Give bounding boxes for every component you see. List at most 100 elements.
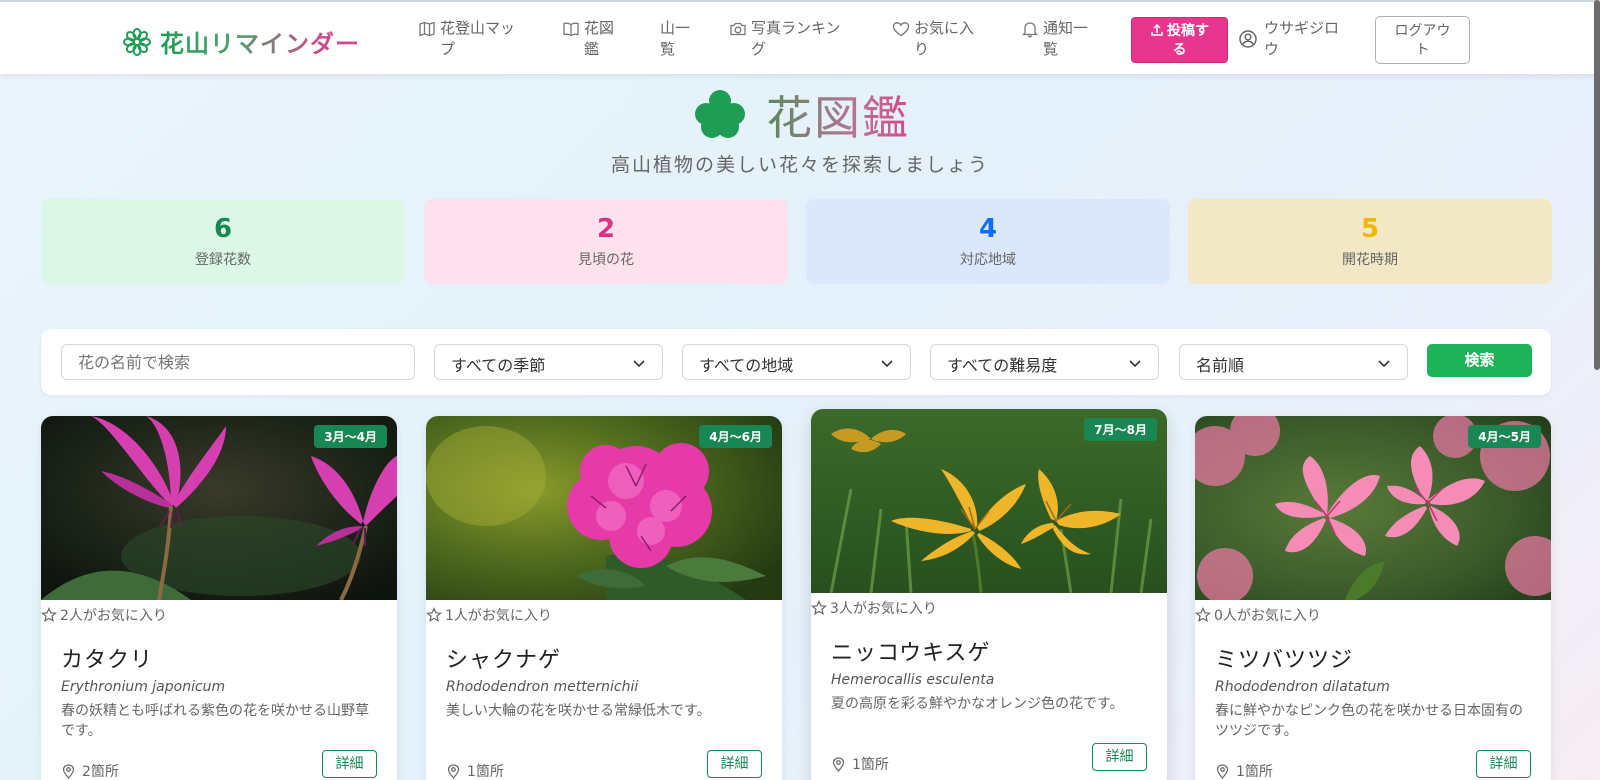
heart-icon xyxy=(892,22,910,37)
detail-button[interactable]: 詳細 xyxy=(1092,743,1147,771)
location-count: 2箇所 xyxy=(61,761,119,780)
map-pin-icon xyxy=(447,763,460,779)
flower-name: シャクナゲ xyxy=(446,648,562,673)
nav-label: 通知一 覧 xyxy=(1043,19,1089,58)
sort-select[interactable]: 名前順 xyxy=(1179,344,1408,380)
logout-button-label: ログアウ ト xyxy=(1394,23,1451,58)
map-pin-icon xyxy=(1216,763,1229,779)
favorite-count[interactable]: 1人がお気に入り xyxy=(426,605,552,625)
flower-description: 春の妖精とも呼ばれる紫色の花を咲かせる山野草です。 xyxy=(61,703,369,739)
flower-description: 夏の高原を彩る鮮やかなオレンジ色の花です。 xyxy=(831,696,1124,712)
stat-label: 開花時期 xyxy=(1342,252,1398,268)
scrollbar-thumb[interactable] xyxy=(1594,0,1600,370)
camera-icon xyxy=(730,22,746,36)
detail-button[interactable]: 詳細 xyxy=(322,750,377,778)
map-icon xyxy=(419,21,435,37)
chevron-down-icon xyxy=(1378,360,1390,368)
sort-select-value: 名前順 xyxy=(1196,356,1245,375)
flower-description: 春に鮮やかなピンク色の花を咲かせる日本固有のツツジです。 xyxy=(1215,703,1523,739)
flower-card[interactable]: 4月〜5月 0人がお気に入り ミツバツツジ Rhododendron dilat… xyxy=(1195,416,1551,780)
scientific-name: Erythronium japonicum xyxy=(61,679,226,695)
region-select-value: すべての地域 xyxy=(699,356,794,375)
flower-icon xyxy=(123,27,151,56)
flower-card[interactable]: 3月〜4月 2人がお気に入り カタクリ Erythronium japonicu… xyxy=(41,416,397,780)
stat-value: 6 xyxy=(213,214,233,244)
post-button[interactable]: 投稿す る xyxy=(1131,17,1228,63)
star-icon xyxy=(426,607,442,623)
brand-title: 花山リマインダー xyxy=(160,24,360,59)
user-circle-icon xyxy=(1239,30,1257,48)
region-select[interactable]: すべての地域 xyxy=(682,344,911,380)
favorite-count-text: 3人がお気に入り xyxy=(830,601,937,617)
bloom-season-badge: 7月〜8月 xyxy=(1084,418,1157,441)
star-icon xyxy=(41,607,57,623)
location-count-text: 1箇所 xyxy=(467,764,504,780)
user-name: ウサギジロ ウ xyxy=(1264,19,1340,58)
book-icon xyxy=(563,22,579,37)
season-select-value: すべての季節 xyxy=(451,356,546,375)
flower-card[interactable]: 4月〜6月 1人がお気に入り シャクナゲ Rhododendron metter… xyxy=(426,416,782,780)
flower-photo[interactable]: 4月〜5月 xyxy=(1195,416,1551,600)
stat-value: 5 xyxy=(1360,214,1380,244)
detail-button[interactable]: 詳細 xyxy=(1476,750,1531,778)
location-count: 1箇所 xyxy=(831,754,889,774)
nav-label: お気に入 り xyxy=(914,19,975,58)
bell-icon xyxy=(1021,22,1039,38)
page-title: 花図鑑 xyxy=(0,82,1600,148)
flower-photo[interactable]: 7月〜8月 xyxy=(811,409,1167,593)
page-title-text: 花図鑑 xyxy=(766,82,910,148)
favorite-count[interactable]: 0人がお気に入り xyxy=(1195,605,1321,625)
scientific-name: Rhododendron metternichii xyxy=(446,679,639,695)
flower-search-input[interactable] xyxy=(61,344,415,380)
nav-flower-map[interactable]: 花登山マッ プ xyxy=(418,18,515,60)
nav-photo-ranking[interactable]: 写真ランキン グ xyxy=(729,18,841,60)
flower-name: ミツバツツジ xyxy=(1215,648,1354,673)
bloom-season-badge: 3月〜4月 xyxy=(314,425,387,448)
stat-label: 対応地域 xyxy=(960,252,1016,268)
favorite-count-text: 0人がお気に入り xyxy=(1214,608,1321,624)
map-pin-icon xyxy=(62,763,75,779)
star-icon xyxy=(1195,607,1211,623)
favorite-count[interactable]: 2人がお気に入り xyxy=(41,605,167,625)
stat-regions: 4 対応地域 xyxy=(806,199,1170,284)
flower-photo[interactable]: 4月〜6月 xyxy=(426,416,782,600)
stat-value: 4 xyxy=(978,214,998,244)
nav-label: 山一 覧 xyxy=(660,19,691,58)
nav-mountain-list[interactable]: 山一 覧 xyxy=(660,18,690,60)
nav-label: 花図 鑑 xyxy=(584,19,615,58)
brand-link[interactable]: 花山リマインダー xyxy=(122,24,360,59)
stat-in-bloom: 2 見頃の花 xyxy=(424,199,788,284)
filter-bar: すべての季節 すべての地域 すべての難易度 名前順 検索 xyxy=(41,329,1551,395)
detail-button[interactable]: 詳細 xyxy=(707,750,762,778)
flower-name: カタクリ xyxy=(61,648,154,673)
chevron-down-icon xyxy=(633,360,645,368)
flower-description: 美しい大輪の花を咲かせる常緑低木です。 xyxy=(446,703,711,719)
location-count-text: 2箇所 xyxy=(82,764,119,780)
nav-flower-encyclopedia[interactable]: 花図 鑑 xyxy=(562,18,614,60)
stat-value: 2 xyxy=(596,214,616,244)
search-button[interactable]: 検索 xyxy=(1427,344,1532,377)
clover-icon xyxy=(695,90,745,138)
difficulty-select-value: すべての難易度 xyxy=(947,356,1058,375)
location-count-text: 1箇所 xyxy=(852,757,889,773)
favorite-count[interactable]: 3人がお気に入り xyxy=(811,598,937,618)
stat-label: 登録花数 xyxy=(195,252,251,268)
stat-label: 見頃の花 xyxy=(578,252,634,268)
user-menu[interactable]: ウサギジロ ウ xyxy=(1238,18,1339,60)
star-icon xyxy=(811,600,827,616)
nav-label: 写真ランキン グ xyxy=(751,19,841,58)
logout-button[interactable]: ログアウ ト xyxy=(1375,16,1470,64)
location-count: 1箇所 xyxy=(446,761,504,780)
nav-notifications[interactable]: 通知一 覧 xyxy=(1021,18,1088,60)
favorite-count-text: 1人がお気に入り xyxy=(445,608,552,624)
scientific-name: Hemerocallis esculenta xyxy=(831,672,995,688)
upload-icon xyxy=(1151,23,1163,36)
flower-card[interactable]: 7月〜8月 3人がお気に入り ニッコウキスゲ Hemerocallis escu… xyxy=(811,409,1167,780)
favorite-count-text: 2人がお気に入り xyxy=(60,608,167,624)
flower-photo[interactable]: 3月〜4月 xyxy=(41,416,397,600)
difficulty-select[interactable]: すべての難易度 xyxy=(930,344,1159,380)
chevron-down-icon xyxy=(1129,360,1141,368)
location-count-text: 1箇所 xyxy=(1236,764,1273,780)
season-select[interactable]: すべての季節 xyxy=(434,344,663,380)
nav-favorites[interactable]: お気に入 り xyxy=(892,18,974,60)
